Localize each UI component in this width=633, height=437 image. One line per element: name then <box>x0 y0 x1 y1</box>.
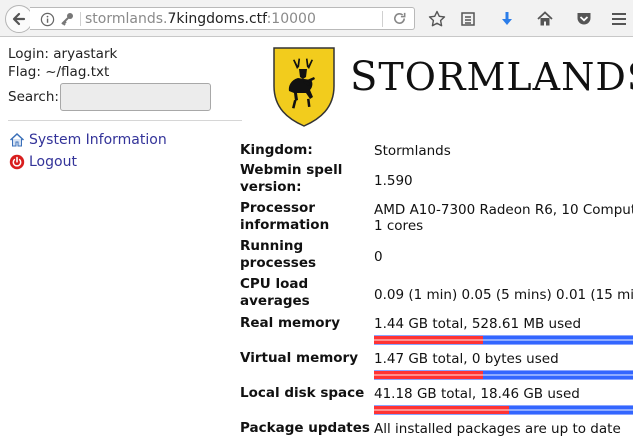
stag-shield-logo <box>273 47 335 127</box>
processor-value-line2: 1 cores <box>374 218 424 234</box>
processor-label: Processor information <box>240 200 330 233</box>
disk-space-value: 41.18 GB total, 18.46 GB used <box>374 386 580 402</box>
sidebar-item-system-information[interactable]: System Information <box>9 131 167 149</box>
star-icon[interactable] <box>427 9 447 29</box>
info-icon[interactable] <box>40 12 55 27</box>
search-label: Search: <box>8 89 59 105</box>
back-button[interactable] <box>5 5 33 33</box>
sidebar-divider <box>8 120 242 121</box>
running-processes-value: 0 <box>374 249 383 265</box>
address-bar[interactable]: stormlands.7kingdoms.ctf:10000 <box>30 7 415 30</box>
key-icon[interactable] <box>59 11 75 27</box>
sidebar-item-logout[interactable]: Logout <box>9 153 77 171</box>
search-input[interactable] <box>60 83 211 111</box>
virtual-memory-bar <box>374 370 633 380</box>
virtual-memory-label: Virtual memory <box>240 350 359 366</box>
brand-title: STORMLANDS <box>350 57 633 97</box>
home-toolbar-icon[interactable] <box>535 9 555 29</box>
url-prefix: stormlands. <box>85 11 168 27</box>
kingdom-label: Kingdom: <box>240 142 313 158</box>
virtual-memory-value: 1.47 GB total, 0 bytes used <box>374 351 559 367</box>
real-memory-bar <box>374 335 633 345</box>
package-updates-label: Package updates <box>240 420 370 436</box>
real-memory-value: 1.44 GB total, 528.61 MB used <box>374 316 582 332</box>
url-text[interactable]: stormlands.7kingdoms.ctf:10000 <box>85 11 316 27</box>
reload-icon[interactable] <box>392 11 407 26</box>
reload-separator <box>382 11 383 27</box>
home-icon <box>9 132 25 147</box>
url-port: :10000 <box>266 11 316 27</box>
disk-space-label: Local disk space <box>240 385 365 401</box>
download-icon[interactable] <box>497 9 517 29</box>
url-separator <box>80 12 81 26</box>
webmin-version-label: Webmin spell version: <box>240 162 343 195</box>
url-domain: 7kingdoms.ctf <box>167 11 267 27</box>
login-text: Login: aryastark <box>8 46 118 62</box>
processor-value-line1: AMD A10-7300 Radeon R6, 10 Compute <box>374 202 633 218</box>
flag-text: Flag: ~/flag.txt <box>8 64 110 80</box>
arrow-left-icon <box>12 12 26 26</box>
browser-toolbar: stormlands.7kingdoms.ctf:10000 <box>0 0 633 37</box>
disk-space-bar <box>374 405 633 415</box>
cpu-load-label: CPU load averages <box>240 276 310 309</box>
package-updates-value: All installed packages are up to date <box>374 421 621 437</box>
sidebar-item-label: System Information <box>29 132 167 148</box>
sidebar-item-label: Logout <box>29 154 77 170</box>
running-processes-label: Running processes <box>240 238 317 271</box>
reading-list-icon[interactable] <box>458 9 478 29</box>
brand-rest: TORMLANDS <box>378 55 633 99</box>
brand-initial: S <box>350 54 379 100</box>
power-icon <box>9 154 25 170</box>
menu-icon[interactable] <box>609 9 629 29</box>
real-memory-label: Real memory <box>240 315 341 331</box>
webmin-version-value: 1.590 <box>374 173 413 189</box>
kingdom-value: Stormlands <box>374 143 451 159</box>
pocket-icon[interactable] <box>574 9 594 29</box>
cpu-load-value: 0.09 (1 min) 0.05 (5 mins) 0.01 (15 mins <box>374 287 633 303</box>
